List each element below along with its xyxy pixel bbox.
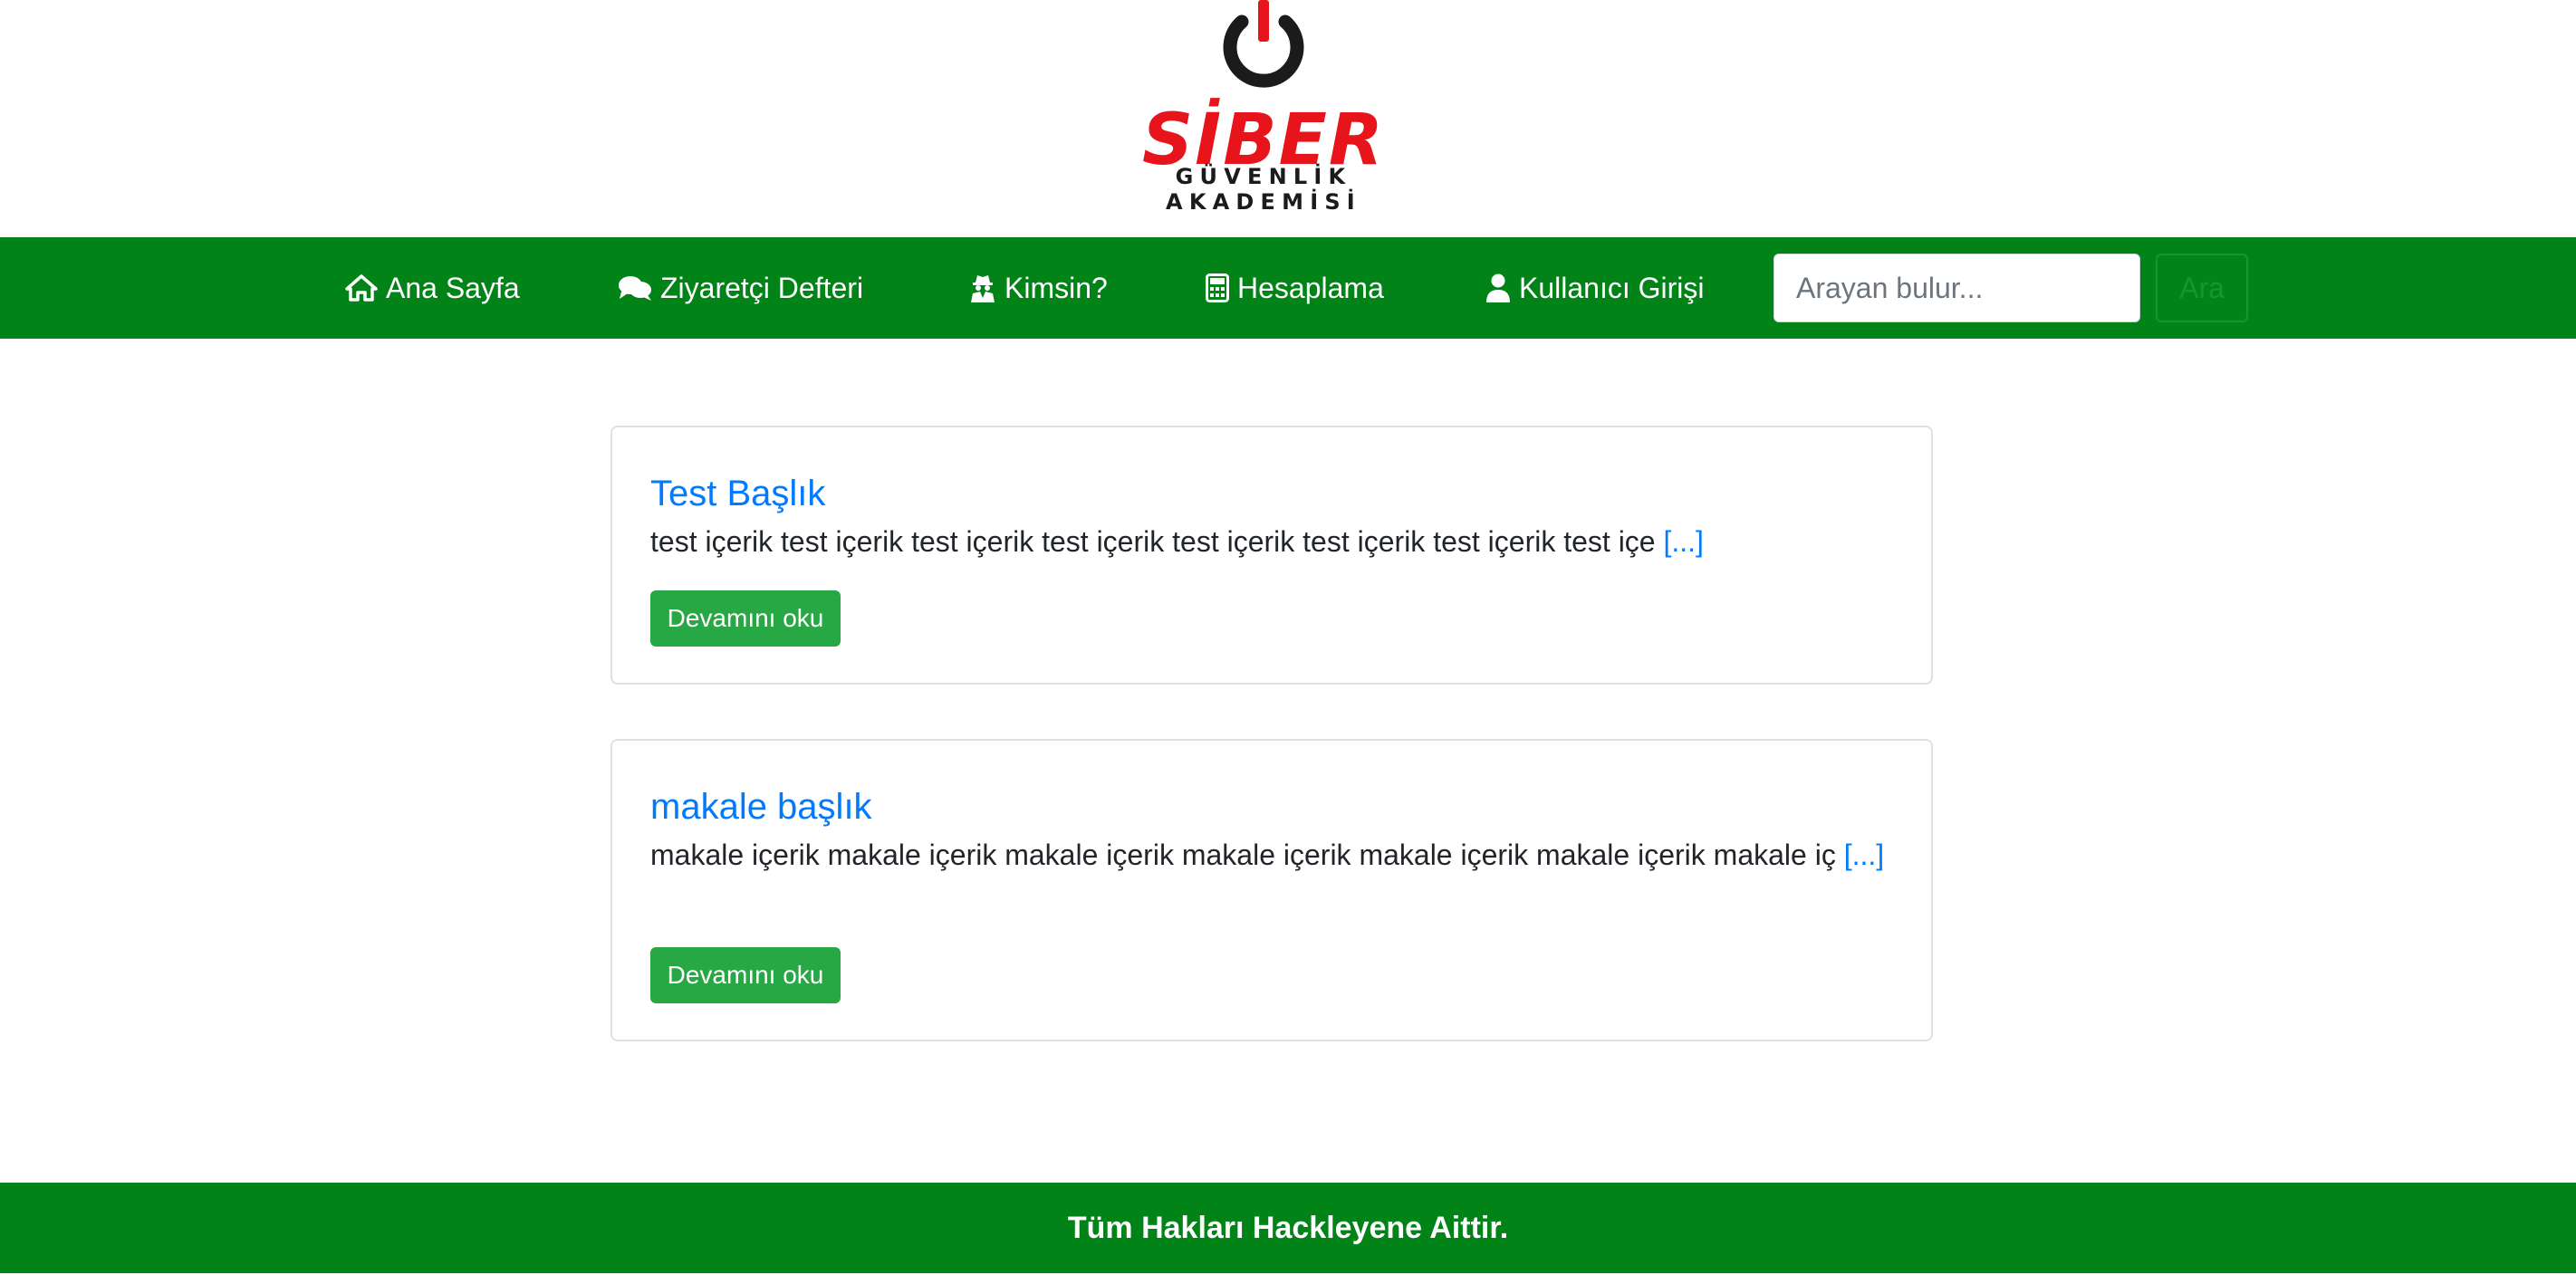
home-icon: [345, 274, 378, 302]
article-title-link[interactable]: makale başlık: [650, 786, 872, 828]
user-secret-icon: [969, 273, 996, 302]
read-more-button[interactable]: Devamını oku: [650, 947, 841, 1003]
search-input[interactable]: [1773, 254, 2140, 322]
logo-tagline: GÜVENLİK AKADEMİSİ: [1166, 164, 1361, 215]
read-more-link[interactable]: [...]: [1844, 839, 1884, 871]
footer-copyright: Tüm Hakları Hackleyene Aittir.: [1067, 1210, 1509, 1245]
site-logo[interactable]: SİBER GÜVENLİK AKADEMİSİ: [1137, 0, 1408, 215]
nav-item-label: Ana Sayfa: [386, 271, 520, 304]
article-excerpt: makale içerik makale içerik makale içeri…: [650, 833, 1900, 877]
nav-item-kimsin[interactable]: Kimsin?: [969, 237, 1108, 339]
power-icon: [1223, 0, 1304, 88]
article-card: Test Başlık test içerik test içerik test…: [610, 426, 1933, 685]
calculator-icon: [1206, 273, 1229, 302]
article-excerpt: test içerik test içerik test içerik test…: [650, 520, 1900, 563]
search-button[interactable]: Ara: [2156, 254, 2248, 322]
header: SİBER GÜVENLİK AKADEMİSİ: [0, 0, 2576, 237]
footer: Tüm Hakları Hackleyene Aittir.: [0, 1183, 2576, 1273]
read-more-button[interactable]: Devamını oku: [650, 590, 841, 647]
article-title-link[interactable]: Test Başlık: [650, 473, 825, 514]
article-excerpt-text: makale içerik makale içerik makale içeri…: [650, 839, 1836, 871]
nav-item-label: Kullanıcı Girişi: [1519, 271, 1705, 304]
nav-item-kullanici-girisi[interactable]: Kullanıcı Girişi: [1485, 237, 1705, 339]
nav-item-label: Kimsin?: [1004, 271, 1108, 304]
nav-item-ziyaretci-defteri[interactable]: Ziyaretçi Defteri: [618, 237, 863, 339]
nav-item-ana-sayfa[interactable]: Ana Sayfa: [345, 237, 520, 339]
read-more-link[interactable]: [...]: [1663, 525, 1703, 558]
nav-item-label: Hesaplama: [1237, 271, 1384, 304]
comments-icon: [618, 274, 652, 302]
nav-item-hesaplama[interactable]: Hesaplama: [1206, 237, 1384, 339]
nav-item-label: Ziyaretçi Defteri: [660, 271, 864, 304]
article-excerpt-text: test içerik test içerik test içerik test…: [650, 525, 1656, 558]
article-card: makale başlık makale içerik makale içeri…: [610, 739, 1933, 1041]
user-icon: [1485, 273, 1511, 302]
